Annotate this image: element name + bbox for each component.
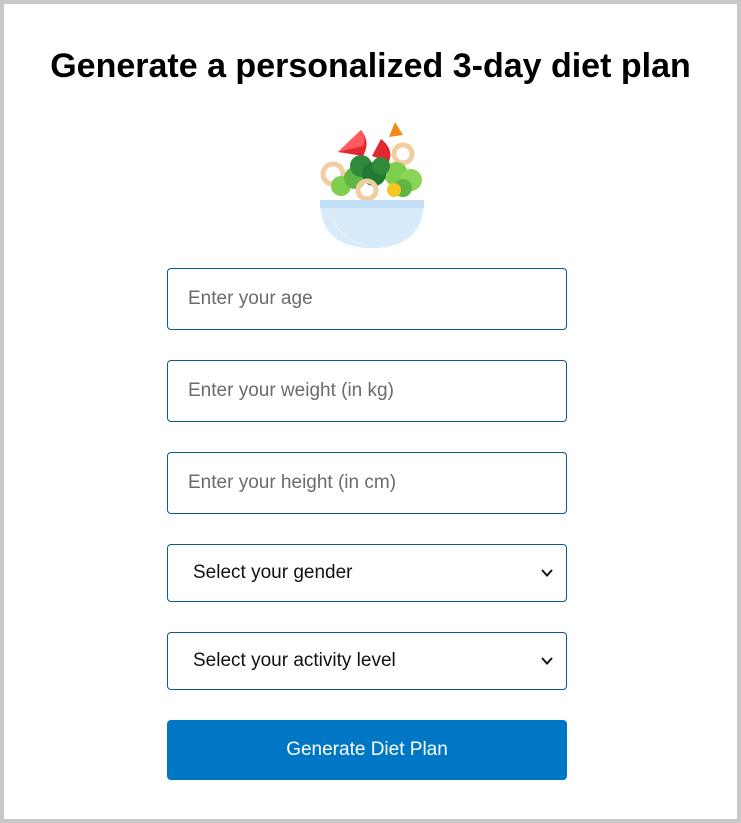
page-title: Generate a personalized 3-day diet plan [50,47,691,85]
chevron-down-icon [541,569,553,577]
activity-level-select-value: Select your activity level [193,650,396,671]
app-frame: Generate a personalized 3-day diet plan [0,0,741,823]
age-input[interactable] [167,268,567,330]
gender-select[interactable]: Select your gender [167,544,567,602]
generate-diet-plan-button[interactable]: Generate Diet Plan [167,720,567,780]
activity-level-select[interactable]: Select your activity level [167,632,567,690]
salad-bowl-icon [320,122,424,248]
gender-select-value: Select your gender [193,562,353,583]
chevron-down-icon [541,657,553,665]
weight-input[interactable] [167,360,567,422]
height-input[interactable] [167,452,567,514]
